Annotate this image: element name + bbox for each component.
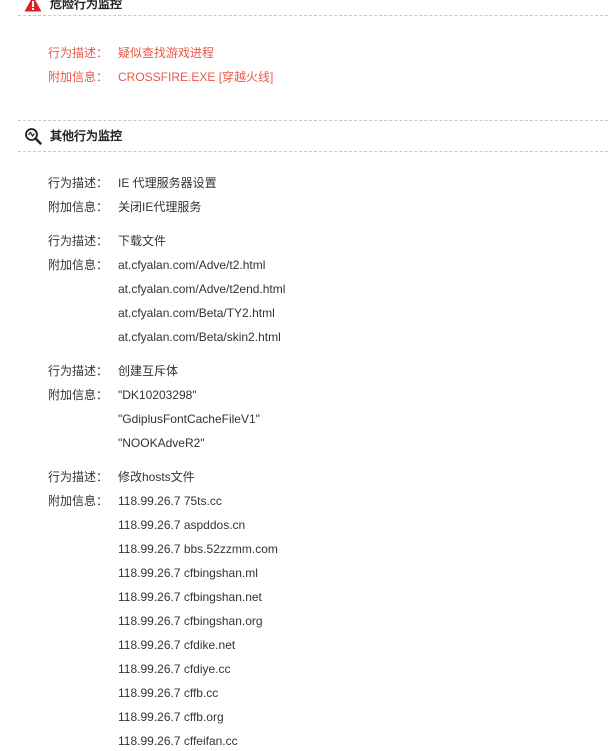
magnifier-icon <box>25 128 42 145</box>
behavior-desc-label: 行为描述： <box>48 364 109 378</box>
behavior-desc-value: 修改hosts文件 <box>118 470 195 484</box>
behavior-info-value: "DK10203298" <box>118 388 197 402</box>
behavior-info-row: 附加信息： 关闭IE代理服务 <box>48 197 201 217</box>
behavior-info-value: at.cfyalan.com/Beta/skin2.html <box>118 330 281 344</box>
behavior-info-value: 关闭IE代理服务 <box>118 200 202 214</box>
behavior-info-value: 118.99.26.7 75ts.cc <box>118 494 222 508</box>
behavior-info-value: 118.99.26.7 aspddos.cn <box>118 518 246 532</box>
behavior-desc-row: 行为描述： 下载文件 <box>48 231 166 251</box>
other-section-title: 其他行为监控 <box>50 129 123 143</box>
behavior-info-value: at.cfyalan.com/Adve/t2end.html <box>118 282 286 296</box>
behavior-desc-value: 创建互斥体 <box>118 364 179 378</box>
danger-info-row: 附加信息： CROSSFIRE.EXE [穿越火线] <box>48 67 273 87</box>
behavior-info-value: 118.99.26.7 cfbingshan.ml <box>118 566 258 580</box>
behavior-info-value: at.cfyalan.com/Beta/TY2.html <box>118 306 275 320</box>
behavior-info-value: 118.99.26.7 cffb.org <box>118 710 224 724</box>
behavior-info-value: 118.99.26.7 cffeifan.cc <box>118 734 238 748</box>
danger-info-label: 附加信息： <box>48 70 109 84</box>
warning-icon <box>24 0 42 12</box>
behavior-desc-label: 行为描述： <box>48 234 109 248</box>
behavior-info-value: "GdiplusFontCacheFileV1" <box>118 412 260 426</box>
behavior-desc-row: 行为描述： 修改hosts文件 <box>48 467 195 487</box>
behavior-desc-label: 行为描述： <box>48 176 109 190</box>
other-section-divider <box>18 151 608 152</box>
behavior-info-value: "NOOKAdveR2" <box>118 436 205 450</box>
danger-info-value: CROSSFIRE.EXE [穿越火线] <box>118 70 274 84</box>
behavior-info-label: 附加信息： <box>48 200 109 214</box>
behavior-info-row: 附加信息： 118.99.26.7 75ts.cc <box>48 491 222 511</box>
behavior-desc-value: IE 代理服务器设置 <box>118 176 217 190</box>
section-divider <box>18 120 608 121</box>
behavior-info-label: 附加信息： <box>48 388 109 402</box>
behavior-desc-label: 行为描述： <box>48 470 109 484</box>
behavior-desc-value: 下载文件 <box>118 234 167 248</box>
behavior-info-value: 118.99.26.7 cfbingshan.net <box>118 590 262 604</box>
danger-section-divider <box>18 15 608 16</box>
danger-desc-label: 行为描述： <box>48 46 109 60</box>
behavior-info-value: 118.99.26.7 cfdiye.cc <box>118 662 231 676</box>
behavior-info-label: 附加信息： <box>48 494 109 508</box>
behavior-desc-row: 行为描述： 创建互斥体 <box>48 361 178 381</box>
behavior-info-value: 118.99.26.7 cffb.cc <box>118 686 219 700</box>
behavior-info-row: 附加信息： "DK10203298" <box>48 385 197 405</box>
danger-section-title: 危险行为监控 <box>50 0 123 11</box>
behavior-info-value: 118.99.26.7 bbs.52zzmm.com <box>118 542 278 556</box>
behavior-desc-row: 行为描述： IE 代理服务器设置 <box>48 173 217 193</box>
behavior-info-value: 118.99.26.7 cfbingshan.org <box>118 614 263 628</box>
other-section-header: 其他行为监控 <box>0 125 610 149</box>
behavior-info-label: 附加信息： <box>48 258 109 272</box>
behavior-info-value: at.cfyalan.com/Adve/t2.html <box>118 258 266 272</box>
danger-desc-value: 疑似查找游戏进程 <box>118 46 215 60</box>
danger-desc-row: 行为描述： 疑似查找游戏进程 <box>48 43 214 63</box>
behavior-info-value: 118.99.26.7 cfdike.net <box>118 638 236 652</box>
behavior-info-row: 附加信息： at.cfyalan.com/Adve/t2.html <box>48 255 265 275</box>
